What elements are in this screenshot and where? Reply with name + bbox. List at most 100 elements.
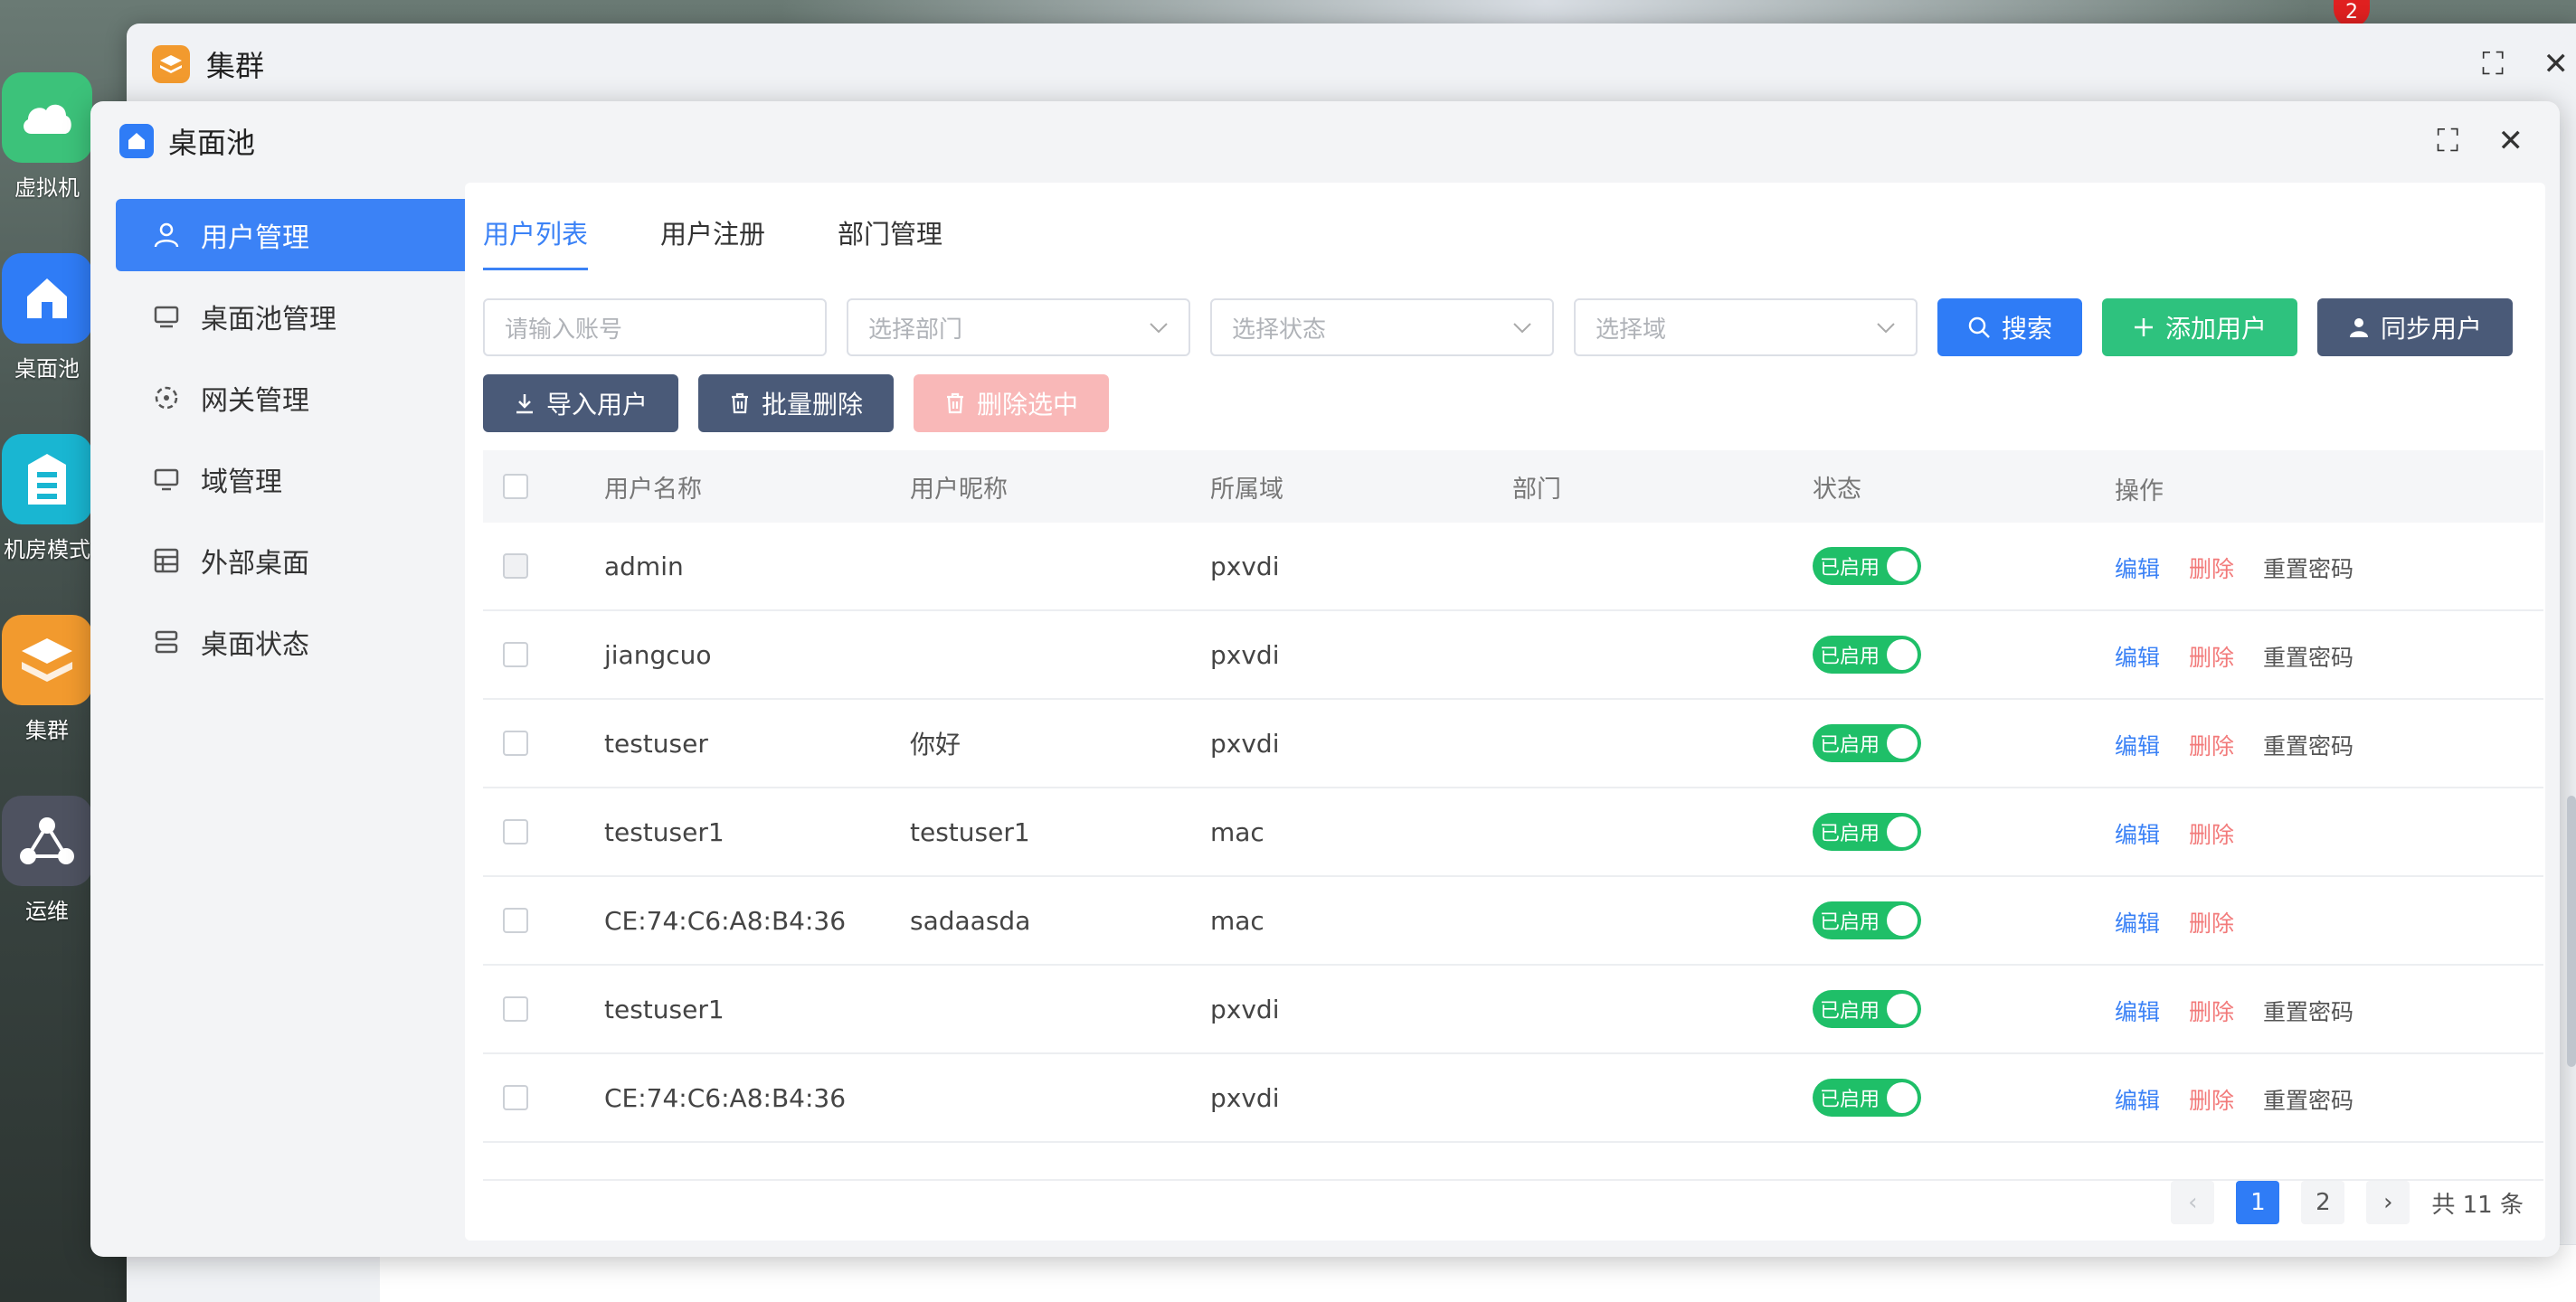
table-row: CE:74:C6:A8:B4:36 pxvdi 已启用 编辑 删除 重置密码 bbox=[483, 1054, 2543, 1143]
sidebar-item-desktop-status[interactable]: 桌面状态 bbox=[116, 606, 487, 678]
delete-link[interactable]: 删除 bbox=[2189, 1083, 2234, 1116]
batch-delete-label: 批量删除 bbox=[761, 390, 863, 420]
import-user-button[interactable]: 导入用户 bbox=[483, 374, 678, 432]
sidebar-item-label: 外部桌面 bbox=[201, 548, 309, 580]
toggle-knob bbox=[1887, 728, 1918, 759]
cell-username: admin bbox=[604, 551, 684, 581]
row-checkbox[interactable] bbox=[503, 731, 528, 756]
sync-user-button[interactable]: 同步用户 bbox=[2317, 298, 2513, 356]
sidebar-item-external-desktop[interactable]: 外部桌面 bbox=[116, 524, 487, 597]
plus-icon bbox=[2133, 316, 2155, 338]
status-select[interactable]: 选择状态 bbox=[1210, 298, 1554, 356]
row-checkbox[interactable] bbox=[503, 1085, 528, 1110]
monitor-icon bbox=[152, 302, 181, 331]
reset-password-link[interactable]: 重置密码 bbox=[2263, 729, 2353, 761]
bulk-action-bar: 导入用户 批量删除 删除选中 bbox=[483, 374, 1109, 432]
delete-link[interactable]: 删除 bbox=[2189, 640, 2234, 673]
sidebar-item-desktop-pool[interactable]: 桌面池管理 bbox=[116, 280, 487, 353]
toggle-knob bbox=[1887, 639, 1918, 670]
sidebar-item-domain[interactable]: 域管理 bbox=[116, 443, 487, 515]
delete-link[interactable]: 删除 bbox=[2189, 906, 2234, 939]
tab-department[interactable]: 部门管理 bbox=[838, 213, 942, 270]
reset-password-link[interactable]: 重置密码 bbox=[2263, 640, 2353, 673]
import-user-label: 导入用户 bbox=[545, 390, 648, 420]
status-toggle[interactable]: 已启用 bbox=[1813, 1079, 1921, 1117]
edit-link[interactable]: 编辑 bbox=[2115, 906, 2160, 939]
select-all-checkbox[interactable] bbox=[503, 474, 528, 499]
delete-selected-button[interactable]: 删除选中 bbox=[914, 374, 1109, 432]
delete-link[interactable]: 删除 bbox=[2189, 729, 2234, 761]
home-icon bbox=[2, 253, 92, 344]
dock-item-desktop-pool[interactable]: 桌面池 bbox=[0, 253, 94, 416]
search-button[interactable]: 搜索 bbox=[1937, 298, 2082, 356]
edit-link[interactable]: 编辑 bbox=[2115, 1083, 2160, 1116]
page-1-button[interactable]: 1 bbox=[2236, 1181, 2280, 1224]
reset-password-link[interactable]: 重置密码 bbox=[2263, 995, 2353, 1027]
page-2-button[interactable]: 2 bbox=[2301, 1181, 2345, 1224]
main-content: 用户列表 用户注册 部门管理 请输入账号 选择部门 选择状态 选择域 搜索 添加… bbox=[465, 183, 2545, 1241]
row-actions: 编辑 删除 bbox=[2115, 902, 2543, 939]
maximize-icon[interactable]: ⛶ bbox=[2437, 123, 2458, 159]
dock-item-ops[interactable]: 运维 bbox=[0, 796, 94, 958]
tab-user-list[interactable]: 用户列表 bbox=[483, 213, 589, 270]
row-checkbox[interactable] bbox=[503, 642, 528, 667]
status-toggle[interactable]: 已启用 bbox=[1813, 901, 1921, 939]
dock-item-cluster[interactable]: 集群 bbox=[0, 615, 94, 778]
close-icon[interactable]: ✕ bbox=[2498, 123, 2524, 159]
prev-page-button[interactable]: ‹ bbox=[2171, 1181, 2215, 1224]
cell-nickname: testuser1 bbox=[910, 816, 1030, 847]
table-row: testuser 你好 pxvdi 已启用 编辑 删除 重置密码 bbox=[483, 700, 2543, 788]
status-icon bbox=[152, 627, 181, 656]
edit-link[interactable]: 编辑 bbox=[2115, 817, 2160, 850]
table-row: CE:74:C6:A8:B4:36 sadaasda mac 已启用 编辑 删除 bbox=[483, 877, 2543, 966]
batch-delete-button[interactable]: 批量删除 bbox=[698, 374, 894, 432]
close-icon[interactable]: ✕ bbox=[2543, 46, 2570, 82]
edit-link[interactable]: 编辑 bbox=[2115, 552, 2160, 584]
status-toggle[interactable]: 已启用 bbox=[1813, 636, 1921, 674]
edit-link[interactable]: 编辑 bbox=[2115, 729, 2160, 761]
reset-password-link[interactable]: 重置密码 bbox=[2263, 1083, 2353, 1116]
edit-link[interactable]: 编辑 bbox=[2115, 640, 2160, 673]
status-toggle[interactable]: 已启用 bbox=[1813, 547, 1921, 585]
cell-domain: pxvdi bbox=[1210, 728, 1280, 759]
account-input[interactable]: 请输入账号 bbox=[483, 298, 827, 356]
domain-select[interactable]: 选择域 bbox=[1574, 298, 1918, 356]
add-user-button[interactable]: 添加用户 bbox=[2102, 298, 2297, 356]
download-icon bbox=[514, 392, 535, 414]
status-toggle[interactable]: 已启用 bbox=[1813, 990, 1921, 1028]
row-actions: 编辑 删除 重置密码 bbox=[2115, 725, 2543, 761]
dock-item-vm[interactable]: 虚拟机 bbox=[0, 72, 94, 235]
status-toggle[interactable]: 已启用 bbox=[1813, 724, 1921, 762]
cell-domain: pxvdi bbox=[1210, 551, 1280, 581]
delete-link[interactable]: 删除 bbox=[2189, 995, 2234, 1027]
row-checkbox[interactable] bbox=[503, 819, 528, 844]
scrollbar[interactable] bbox=[2567, 796, 2576, 1067]
trash-icon bbox=[729, 392, 751, 414]
edit-link[interactable]: 编辑 bbox=[2115, 995, 2160, 1027]
sidebar-item-label: 桌面状态 bbox=[201, 629, 309, 661]
desktop-pool-titlebar: 桌面池 ⛶ ✕ bbox=[90, 101, 2560, 181]
status-toggle[interactable]: 已启用 bbox=[1813, 813, 1921, 851]
delete-link[interactable]: 删除 bbox=[2189, 817, 2234, 850]
delete-link[interactable]: 删除 bbox=[2189, 552, 2234, 584]
toggle-knob bbox=[1887, 905, 1918, 936]
next-page-button[interactable]: › bbox=[2366, 1181, 2410, 1224]
dock-item-lab-mode[interactable]: 机房模式 bbox=[0, 434, 94, 597]
row-checkbox[interactable] bbox=[503, 553, 528, 579]
cell-username: CE:74:C6:A8:B4:36 bbox=[604, 1082, 847, 1113]
tab-user-register[interactable]: 用户注册 bbox=[660, 213, 765, 270]
total-count: 共 11 条 bbox=[2431, 1191, 2524, 1219]
row-checkbox[interactable] bbox=[503, 908, 528, 933]
cell-domain: pxvdi bbox=[1210, 639, 1280, 670]
sidebar-item-user-management[interactable]: 用户管理 bbox=[116, 199, 487, 271]
sidebar-item-gateway[interactable]: 网关管理 bbox=[116, 362, 487, 434]
sidebar-item-label: 桌面池管理 bbox=[201, 304, 336, 335]
status-label: 已启用 bbox=[1820, 1000, 1880, 1023]
reset-password-link[interactable]: 重置密码 bbox=[2263, 552, 2353, 584]
maximize-icon[interactable]: ⛶ bbox=[2482, 46, 2504, 82]
table-row: testuser1 testuser1 mac 已启用 编辑 删除 bbox=[483, 788, 2543, 877]
row-checkbox[interactable] bbox=[503, 996, 528, 1022]
status-label: 已启用 bbox=[1820, 1089, 1880, 1111]
toggle-knob bbox=[1887, 1082, 1918, 1113]
department-select[interactable]: 选择部门 bbox=[847, 298, 1190, 356]
